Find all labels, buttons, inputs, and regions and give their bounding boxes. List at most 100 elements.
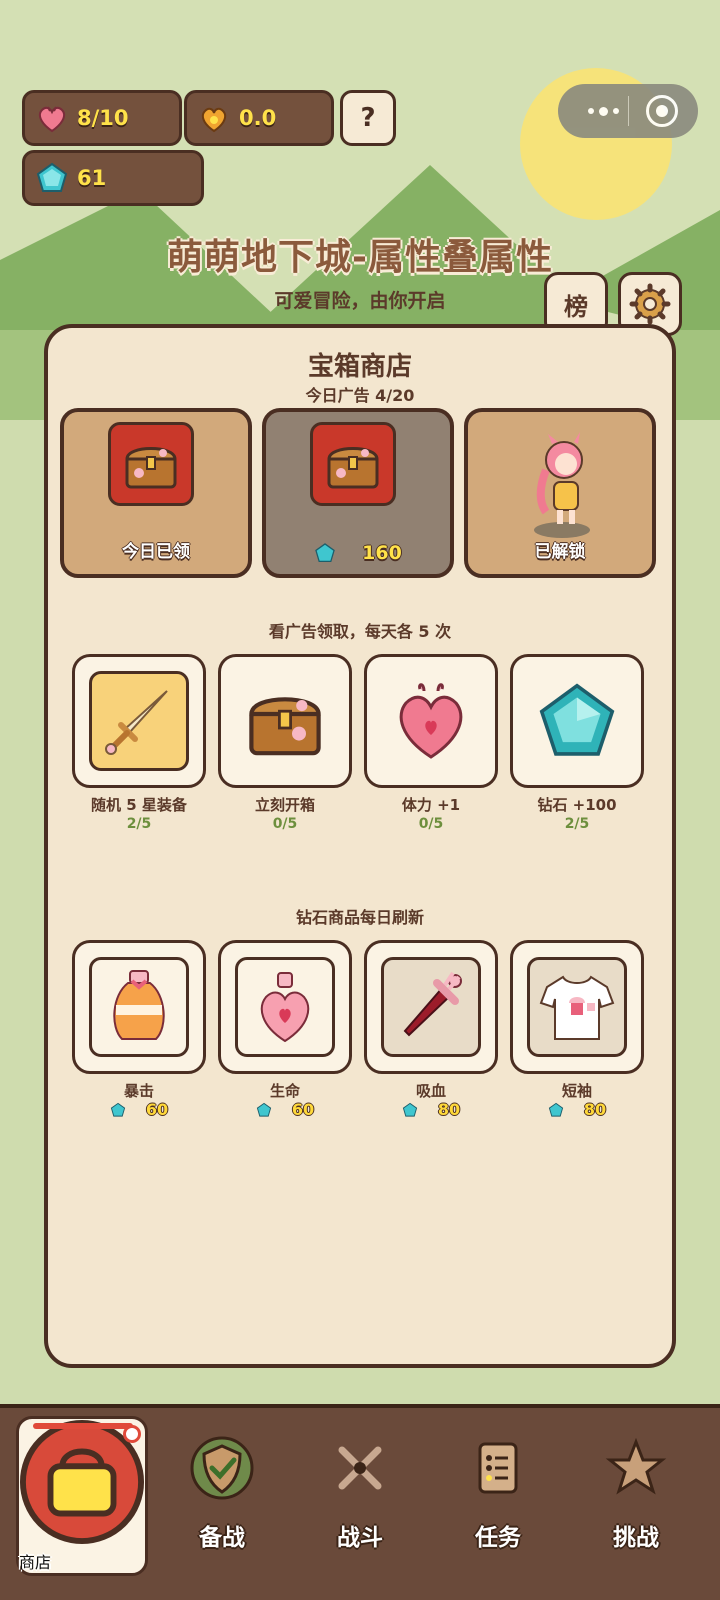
game-title: 萌萌地下城-属性叠属性 [167,237,553,278]
ad-item-name: 随机 5 星装备 [91,796,187,814]
item-icon-frame [527,671,627,771]
ad-item-progress: 0/5 [418,816,444,832]
diamond-item-price: 80 [364,1100,498,1119]
nav-tab-shop[interactable]: 商店 [16,1416,148,1576]
nav-tab-prepare[interactable]: 备战 [154,1408,290,1568]
chest-icon [327,447,379,489]
gold-counter[interactable]: 0.0 [184,90,334,146]
item-icon-frame [89,957,189,1057]
diamond-item-name: 吸血 [415,1082,446,1100]
chest-icon [249,697,321,756]
nav-tab-battle[interactable]: 战斗 [292,1408,428,1568]
diamond-item-tshirt[interactable] [510,940,644,1074]
diamond-item-price: 60 [218,1100,352,1119]
price-value: 60 [145,1100,169,1119]
pink-potion-icon [260,972,310,1043]
diamond-icon [548,1102,563,1117]
chest-box [108,422,194,506]
ad-item-stamina[interactable] [364,654,498,788]
tshirt-icon [539,975,615,1040]
diamond-item-price: 60 [72,1100,206,1119]
chest-shop-panel: 宝箱商店 今日广告 4/20 今日已领 160 已解锁 看广告领取，每天各 5 … [44,324,676,1368]
item-icon-frame [381,957,481,1057]
ad-item-random-equipment[interactable] [72,654,206,788]
item-icon-frame [381,671,481,771]
claimed-today-label: 今日已领 [122,542,190,562]
pink-girl-character-icon [534,432,590,538]
sword-icon [105,690,168,755]
free-chest-card[interactable]: 今日已领 [60,408,252,578]
chest-price: 160 [266,542,450,564]
active-indicator [33,1423,133,1429]
diamond-icon [402,1102,417,1117]
ad-item-progress: 2/5 [126,816,152,832]
more-icon[interactable] [578,96,628,126]
diamond-item-name: 短袖 [561,1082,592,1100]
nav-label-challenge: 挑战 [613,1525,659,1551]
ad-item-progress: 2/5 [564,816,590,832]
leaderboard-label: 榜 [564,292,588,321]
diamond-section-label: 钻石商品每日刷新 [295,908,424,927]
red-dagger-icon [403,971,462,1037]
orange-potion-icon [113,970,165,1040]
diamond-chest-card[interactable]: 160 [262,408,454,578]
diamond-item-price: 80 [510,1100,644,1119]
diamond-item-life[interactable] [218,940,352,1074]
gold-pouch-icon [201,107,227,133]
chest-icon [125,447,177,489]
diamond-icon [110,1102,125,1117]
shop-title: 宝箱商店 [307,352,412,382]
stamina-counter[interactable]: 8/10 [22,90,182,146]
diamond-icon [256,1102,271,1117]
item-icon-frame [527,957,627,1057]
diamond-icon [539,683,615,756]
diamond-counter[interactable]: 61 [22,150,204,206]
diamond-value: 61 [77,166,107,190]
diamond-item-name: 生命 [269,1082,300,1100]
ad-item-open-chest[interactable] [218,654,352,788]
diamond-item-lifesteal[interactable] [364,940,498,1074]
nav-tab-challenge[interactable]: 挑战 [568,1408,704,1568]
nav-label-tasks: 任务 [475,1525,521,1551]
stamina-value: 8/10 [77,106,129,130]
chest-price-value: 160 [362,542,402,564]
ad-item-name: 钻石 +100 [537,796,617,814]
item-icon-frame [89,671,189,771]
bottom-nav: 商店 备战 战斗 任务 挑战 [0,1404,720,1600]
close-target-icon[interactable] [646,95,678,127]
ad-item-name: 立刻开箱 [254,796,315,814]
gear-icon [629,283,671,325]
ad-item-name: 体力 +1 [401,796,461,814]
ad-item-diamonds[interactable] [510,654,644,788]
heart-icon [38,106,66,133]
game-subtitle: 可爱冒险，由你开启 [274,290,446,312]
ad-item-progress: 0/5 [272,816,298,832]
diamond-icon [315,543,335,563]
chest-box [310,422,396,506]
diamond-item-name: 暴击 [123,1082,154,1100]
ad-section-label: 看广告领取，每天各 5 次 [268,622,452,641]
diamond-item-crit[interactable] [72,940,206,1074]
nav-label-shop: 商店 [19,1553,52,1572]
ad-count: 今日广告 4/20 [305,386,415,405]
help-label: ? [360,103,376,133]
diamond-icon [36,162,68,192]
item-icon-frame [235,957,335,1057]
star-icon [605,1437,667,1495]
price-value: 60 [291,1100,315,1119]
mini-program-capsule [558,84,698,138]
nav-tab-tasks[interactable]: 任务 [430,1408,566,1568]
item-icon-frame [235,671,335,771]
price-value: 80 [437,1100,461,1119]
list-icon [478,1442,518,1494]
nav-label-prepare: 备战 [199,1525,245,1551]
character-card[interactable]: 已解锁 [464,408,656,578]
nav-label-battle: 战斗 [337,1525,383,1551]
heart-potion-icon [399,683,463,759]
crossed-swords-icon [338,1446,382,1490]
help-button[interactable]: ? [340,90,396,146]
unlocked-label: 已解锁 [534,542,586,562]
notification-dot [123,1425,141,1443]
price-value: 80 [583,1100,607,1119]
shield-icon [190,1436,254,1500]
